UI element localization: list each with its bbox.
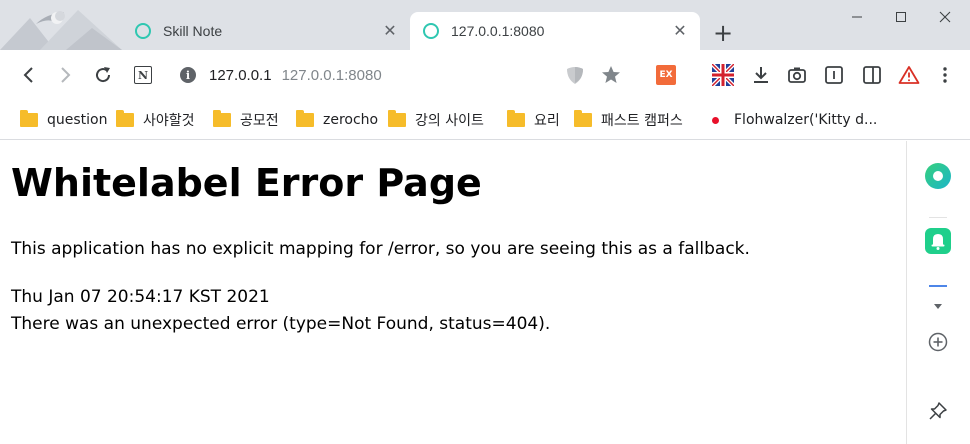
notion-icon: N [134, 66, 152, 84]
bookmarks-bar: question 사야할것 공모전 zerocho 강의 사이트 요리 패스트 … [0, 100, 970, 140]
forward-button[interactable] [50, 60, 80, 90]
bookmark-folder[interactable]: zerocho [296, 110, 378, 130]
bookmark-label: question [47, 112, 108, 128]
tab-localhost[interactable]: 127.0.0.1:8080 ✕ [410, 12, 700, 50]
sidebar-toggle-button[interactable] [857, 60, 887, 90]
tab-close-button[interactable]: ✕ [380, 21, 400, 41]
url-host: 127.0.0.1 [209, 66, 272, 84]
bookmark-folder[interactable]: 공모전 [213, 110, 279, 130]
folder-icon [116, 110, 134, 127]
folder-icon [507, 110, 525, 127]
translate-extension-button[interactable] [708, 60, 738, 90]
menu-button[interactable] [930, 60, 960, 90]
address-bar[interactable]: i 127.0.0.1 127.0.0.1:8080 [180, 62, 382, 88]
tab-close-button[interactable]: ✕ [670, 21, 690, 41]
error-timestamp: Thu Jan 07 20:54:17 KST 2021 [11, 287, 270, 307]
bookmark-label: 강의 사이트 [415, 113, 484, 129]
bookmark-link[interactable]: Flohwalzer('Kitty d... [712, 110, 877, 130]
whale-logo-icon [925, 163, 951, 189]
tab-title: Skill Note [163, 23, 223, 39]
camera-icon [788, 67, 806, 83]
right-sidebar [906, 141, 970, 444]
url-rest: 127.0.0.1:8080 [281, 66, 382, 84]
shield-extension-button[interactable] [560, 60, 590, 90]
bookmark-label: zerocho [323, 112, 379, 128]
maximize-button[interactable] [878, 4, 924, 30]
ex-extension-button[interactable]: EX [651, 60, 681, 90]
browser-toolbar: N i 127.0.0.1 127.0.0.1:8080 EX [0, 50, 970, 100]
folder-icon [20, 110, 38, 127]
folder-icon [574, 110, 592, 127]
ex-extension-icon: EX [656, 65, 676, 85]
folder-icon [213, 110, 231, 127]
page-title: Whitelabel Error Page [11, 161, 482, 205]
screenshot-button[interactable] [782, 60, 812, 90]
bookmark-folder[interactable]: 패스트 캠퍼스 [574, 110, 683, 130]
uk-flag-icon [712, 64, 734, 86]
bookmark-label: 사야할것 [143, 113, 195, 129]
theme-artwork [0, 0, 122, 50]
page-content: Whitelabel Error Page This application h… [0, 141, 906, 444]
site-favicon-icon [712, 116, 719, 124]
pin-icon [929, 402, 947, 420]
reload-button[interactable] [88, 60, 118, 90]
pin-sidebar-button[interactable] [923, 396, 953, 426]
folder-icon [388, 110, 406, 127]
chevron-down-icon [934, 304, 942, 309]
tab-title: 127.0.0.1:8080 [451, 23, 545, 39]
tab-strip: Skill Note ✕ 127.0.0.1:8080 ✕ + [0, 0, 970, 50]
warning-button[interactable] [894, 60, 924, 90]
bookmark-folder[interactable]: question [20, 110, 107, 130]
reader-icon [825, 66, 843, 84]
kebab-menu-icon [943, 67, 947, 83]
divider [929, 217, 947, 218]
notion-extension-button[interactable]: N [128, 60, 158, 90]
download-icon [754, 67, 768, 83]
bookmark-label: 요리 [534, 113, 560, 129]
bookmark-label: 공모전 [240, 113, 279, 129]
star-icon [602, 66, 620, 83]
reload-icon [96, 67, 111, 83]
bookmark-label: Flohwalzer('Kitty d... [734, 112, 878, 128]
download-button[interactable] [746, 60, 776, 90]
arrow-left-icon [23, 67, 33, 83]
site-favicon-icon [423, 23, 439, 39]
notification-button[interactable] [923, 226, 953, 256]
bookmark-folder[interactable]: 사야할것 [116, 110, 195, 130]
bookmark-star-button[interactable] [596, 60, 626, 90]
shield-icon [567, 67, 583, 84]
minimize-button[interactable] [834, 4, 880, 30]
add-sidebar-item-button[interactable] [923, 327, 953, 357]
warning-icon [898, 66, 920, 84]
error-message: This application has no explicit mapping… [11, 239, 750, 259]
bell-icon [925, 228, 951, 254]
reader-mode-button[interactable] [819, 60, 849, 90]
close-window-button[interactable] [922, 4, 968, 30]
bookmark-folder[interactable]: 요리 [507, 110, 560, 130]
sidebar-icon [863, 66, 881, 84]
tab-skill-note[interactable]: Skill Note ✕ [122, 12, 410, 50]
bookmark-folder[interactable]: 강의 사이트 [388, 110, 484, 130]
active-indicator [929, 285, 947, 287]
add-circle-icon [928, 332, 948, 352]
info-icon[interactable]: i [180, 67, 196, 83]
site-favicon-icon [135, 23, 151, 39]
folder-icon [296, 110, 314, 127]
whale-sidebar-button[interactable] [923, 161, 953, 191]
bookmark-label: 패스트 캠퍼스 [601, 113, 683, 129]
back-button[interactable] [14, 60, 44, 90]
error-detail: There was an unexpected error (type=Not … [11, 314, 551, 334]
new-tab-button[interactable]: + [710, 20, 736, 46]
expand-sidebar-button[interactable] [923, 291, 953, 321]
arrow-right-icon [61, 67, 71, 83]
